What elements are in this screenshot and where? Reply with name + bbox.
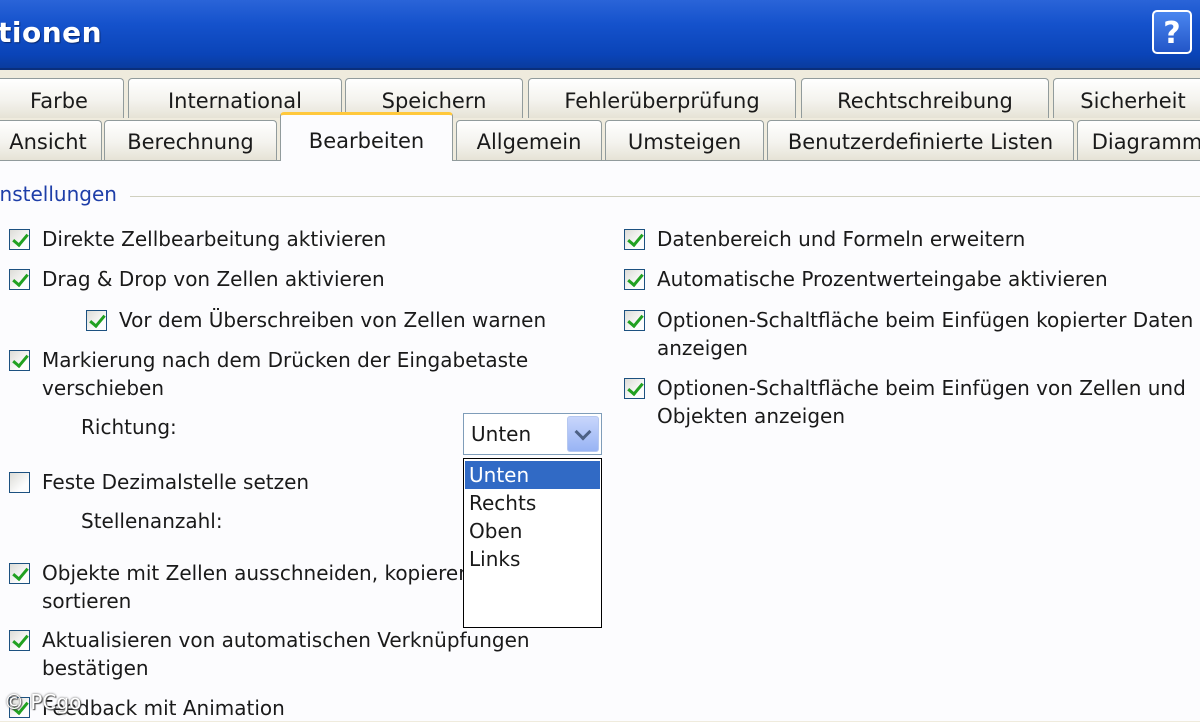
direct-edit-checkbox[interactable] bbox=[9, 229, 30, 250]
cut-copy-sort-label-cont: sortieren bbox=[42, 589, 132, 613]
tab-fehlerueberpruefung[interactable]: Fehlerüberprüfung bbox=[528, 78, 796, 118]
move-after-enter-checkbox[interactable] bbox=[9, 350, 30, 371]
help-button[interactable]: ? bbox=[1152, 10, 1192, 54]
direction-option-rechts[interactable]: Rechts bbox=[465, 489, 600, 517]
drag-drop-label: Drag & Drop von Zellen aktivieren bbox=[42, 267, 385, 291]
tab-rechtschreibung[interactable]: Rechtschreibung bbox=[801, 78, 1049, 118]
warn-overwrite-label: Vor dem Überschreiben von Zellen warnen bbox=[119, 308, 547, 332]
tab-benutzerdefinierte-listen[interactable]: Benutzerdefinierte Listen bbox=[767, 120, 1074, 160]
paste-options-label-cont: anzeigen bbox=[657, 336, 748, 360]
tab-sicherheit[interactable]: Sicherheit bbox=[1053, 78, 1200, 118]
update-links-label: Aktualisieren von automatischen Verknüpf… bbox=[42, 628, 530, 652]
cut-copy-sort-label: Objekte mit Zellen ausschneiden, kopiere… bbox=[42, 561, 471, 585]
insert-options-label-cont: Objekten anzeigen bbox=[657, 404, 846, 428]
extend-formats-checkbox[interactable] bbox=[624, 229, 645, 250]
tab-diagramm[interactable]: Diagramm bbox=[1077, 120, 1200, 160]
move-after-enter-label-cont: verschieben bbox=[42, 376, 164, 400]
direction-dropdown-list: Unten Rechts Oben Links bbox=[463, 458, 602, 628]
chevron-down-icon[interactable] bbox=[567, 416, 599, 452]
fixed-decimal-label: Feste Dezimalstelle setzen bbox=[42, 470, 310, 494]
move-after-enter-label: Markierung nach dem Drücken der Eingabet… bbox=[42, 348, 529, 372]
extend-formats-label: Datenbereich und Formeln erweitern bbox=[657, 227, 1026, 251]
direction-select-value: Unten bbox=[471, 422, 532, 446]
group-divider bbox=[130, 196, 1200, 197]
watermark: © PCgo bbox=[4, 690, 82, 714]
title-bar: tionen ? bbox=[0, 0, 1200, 70]
tab-umsteigen[interactable]: Umsteigen bbox=[605, 120, 764, 160]
fixed-decimal-checkbox[interactable] bbox=[9, 472, 30, 493]
window-title: tionen bbox=[0, 16, 103, 49]
direction-option-unten[interactable]: Unten bbox=[465, 461, 600, 489]
tab-berechnung[interactable]: Berechnung bbox=[104, 120, 277, 160]
direction-option-oben[interactable]: Oben bbox=[465, 517, 600, 545]
auto-percent-checkbox[interactable] bbox=[624, 269, 645, 290]
group-title: instellungen bbox=[0, 182, 123, 206]
auto-percent-label: Automatische Prozentwerteingabe aktivier… bbox=[657, 267, 1108, 291]
direct-edit-label: Direkte Zellbearbeitung aktivieren bbox=[42, 227, 387, 251]
tab-ansicht[interactable]: Ansicht bbox=[0, 120, 102, 160]
update-links-checkbox[interactable] bbox=[9, 630, 30, 651]
tab-allgemein[interactable]: Allgemein bbox=[456, 120, 602, 160]
direction-option-links[interactable]: Links bbox=[465, 545, 600, 573]
direction-select[interactable]: Unten bbox=[463, 413, 602, 455]
tab-farbe[interactable]: Farbe bbox=[0, 78, 124, 118]
cut-copy-sort-checkbox[interactable] bbox=[9, 563, 30, 584]
paste-options-checkbox[interactable] bbox=[624, 310, 645, 331]
drag-drop-checkbox[interactable] bbox=[9, 269, 30, 290]
paste-options-label: Optionen-Schaltfläche beim Einfügen kopi… bbox=[657, 308, 1194, 332]
insert-options-label: Optionen-Schaltfläche beim Einfügen von … bbox=[657, 376, 1186, 400]
places-label: Stellenanzahl: bbox=[81, 509, 223, 533]
update-links-label-cont: bestätigen bbox=[42, 656, 149, 680]
insert-options-checkbox[interactable] bbox=[624, 378, 645, 399]
direction-label: Richtung: bbox=[81, 415, 177, 439]
tab-bearbeiten[interactable]: Bearbeiten bbox=[280, 112, 453, 161]
warn-overwrite-checkbox[interactable] bbox=[86, 310, 107, 331]
